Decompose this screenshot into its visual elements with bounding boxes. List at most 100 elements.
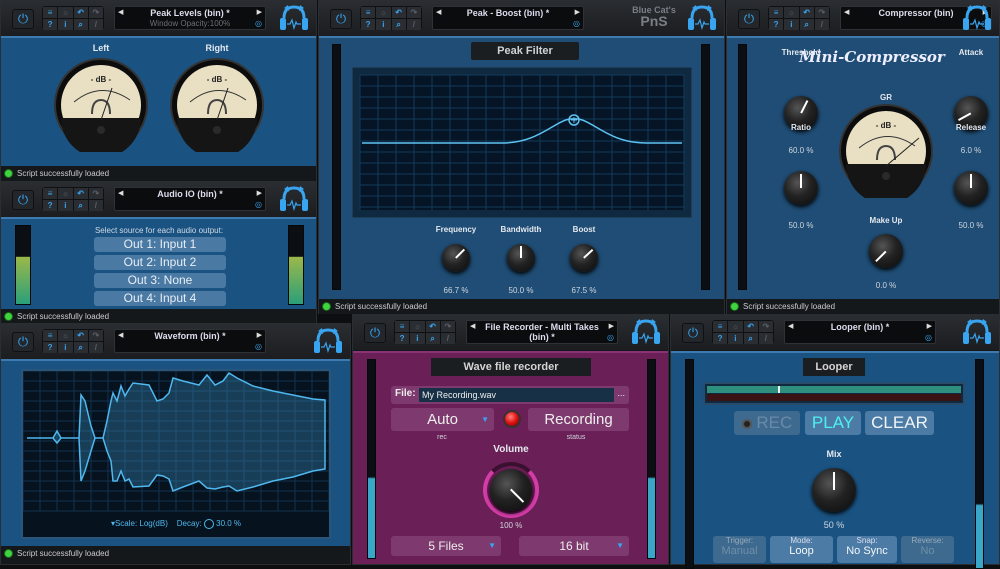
trigger-option[interactable]: Trigger: Manual [713, 536, 766, 563]
play-status-icon[interactable] [322, 302, 331, 311]
preset-options-icon[interactable]: ◎ [573, 19, 580, 28]
output-2-selector[interactable]: Out 2: Input 2 [94, 255, 226, 270]
gear-icon[interactable]: ☼ [58, 330, 72, 341]
ratio-knob[interactable] [784, 171, 818, 205]
gear-icon[interactable]: ☼ [58, 7, 72, 18]
redo-icon[interactable]: ↷ [89, 7, 103, 18]
output-1-selector[interactable]: Out 1: Input 1 [94, 237, 226, 252]
gear-icon[interactable]: ☼ [784, 7, 798, 18]
undo-icon[interactable]: ↶ [744, 321, 758, 332]
power-button[interactable]: ⏻ [12, 190, 34, 210]
redo-icon[interactable]: ↷ [89, 188, 103, 199]
undo-icon[interactable]: ↶ [392, 7, 406, 18]
previous-preset-icon[interactable]: ◀ [788, 322, 793, 330]
rec-mode-dropdown[interactable]: Auto▼ [391, 408, 494, 431]
search-icon[interactable]: ⌕ [800, 19, 814, 30]
gear-icon[interactable]: ☼ [728, 321, 742, 332]
preset-options-icon[interactable]: ◎ [925, 333, 932, 342]
decay-knob[interactable] [204, 519, 214, 529]
redo-icon[interactable]: ↷ [759, 321, 773, 332]
next-preset-icon[interactable]: ▶ [609, 322, 614, 330]
play-status-icon[interactable] [730, 302, 739, 311]
file-count-dropdown[interactable]: 5 Files▼ [391, 536, 501, 556]
search-icon[interactable]: ⌕ [74, 200, 88, 211]
previous-preset-icon[interactable]: ◀ [118, 331, 123, 339]
next-preset-icon[interactable]: ▶ [257, 331, 262, 339]
pencil-icon[interactable]: / [89, 19, 103, 30]
menu-icon[interactable]: ≡ [43, 188, 57, 199]
play-status-icon[interactable] [4, 549, 13, 558]
help-icon[interactable]: ? [395, 333, 409, 344]
waveform-display[interactable]: ▾Scale: Log(dB) Decay: 30.0 % [21, 369, 331, 539]
gear-icon[interactable]: ☼ [58, 188, 72, 199]
play-status-icon[interactable] [4, 169, 13, 178]
menu-icon[interactable]: ≡ [769, 7, 783, 18]
redo-icon[interactable]: ↷ [407, 7, 421, 18]
mix-knob[interactable] [812, 468, 856, 512]
search-icon[interactable]: ⌕ [744, 333, 758, 344]
output-4-selector[interactable]: Out 4: Input 4 [94, 291, 226, 306]
preset-options-icon[interactable]: ◎ [255, 200, 262, 209]
filter-response-graph[interactable] [352, 67, 692, 218]
bandwidth-knob[interactable] [507, 244, 535, 272]
power-button[interactable]: ⏻ [12, 332, 34, 352]
loop-progress-bar[interactable] [703, 382, 965, 405]
power-button[interactable]: ⏻ [364, 323, 386, 343]
rec-button[interactable]: REC [734, 411, 800, 435]
menu-icon[interactable]: ≡ [43, 330, 57, 341]
previous-preset-icon[interactable]: ◀ [436, 8, 441, 16]
preset-selector[interactable]: ◀ Peak Levels (bin) * Window Opacity:100… [114, 6, 266, 30]
undo-icon[interactable]: ↶ [800, 7, 814, 18]
next-preset-icon[interactable]: ▶ [575, 8, 580, 16]
next-preset-icon[interactable]: ▶ [257, 8, 262, 16]
power-button[interactable]: ⏻ [330, 9, 352, 29]
power-button[interactable]: ⏻ [12, 9, 34, 29]
previous-preset-icon[interactable]: ◀ [118, 189, 123, 197]
info-icon[interactable]: i [376, 19, 390, 30]
redo-icon[interactable]: ↷ [441, 321, 455, 332]
pencil-icon[interactable]: / [441, 333, 455, 344]
boost-knob[interactable] [570, 244, 598, 272]
file-name-input[interactable]: My Recording.wav [419, 388, 614, 402]
power-button[interactable]: ⏻ [682, 323, 704, 343]
pencil-icon[interactable]: / [407, 19, 421, 30]
scale-selector[interactable]: ▾Scale: Log(dB) [111, 519, 168, 528]
pencil-icon[interactable]: / [89, 342, 103, 353]
pencil-icon[interactable]: / [815, 19, 829, 30]
preset-options-icon[interactable]: ◎ [255, 19, 262, 28]
preset-selector[interactable]: ◀ Audio IO (bin) * ▶ ◎ [114, 187, 266, 211]
menu-icon[interactable]: ≡ [361, 7, 375, 18]
frequency-knob[interactable] [442, 244, 470, 272]
make-up-knob[interactable] [869, 234, 903, 268]
previous-preset-icon[interactable]: ◀ [844, 8, 849, 16]
browse-button[interactable]: ... [617, 388, 625, 398]
undo-icon[interactable]: ↶ [426, 321, 440, 332]
menu-icon[interactable]: ≡ [43, 7, 57, 18]
pencil-icon[interactable]: / [759, 333, 773, 344]
play-status-icon[interactable] [4, 312, 13, 321]
help-icon[interactable]: ? [43, 200, 57, 211]
play-button[interactable]: PLAY [805, 411, 861, 435]
power-button[interactable]: ⏻ [738, 9, 760, 29]
info-icon[interactable]: i [58, 200, 72, 211]
search-icon[interactable]: ⌕ [74, 342, 88, 353]
undo-icon[interactable]: ↶ [74, 330, 88, 341]
mode-option[interactable]: Mode: Loop [770, 536, 833, 563]
info-icon[interactable]: i [58, 342, 72, 353]
next-preset-icon[interactable]: ▶ [257, 189, 262, 197]
reverse-option[interactable]: Reverse: No [901, 536, 954, 563]
search-icon[interactable]: ⌕ [392, 19, 406, 30]
undo-icon[interactable]: ↶ [74, 7, 88, 18]
gear-icon[interactable]: ☼ [376, 7, 390, 18]
preset-options-icon[interactable]: ◎ [255, 342, 262, 351]
release-knob[interactable] [954, 171, 988, 205]
help-icon[interactable]: ? [769, 19, 783, 30]
help-icon[interactable]: ? [43, 342, 57, 353]
help-icon[interactable]: ? [361, 19, 375, 30]
gear-icon[interactable]: ☼ [410, 321, 424, 332]
info-icon[interactable]: i [728, 333, 742, 344]
volume-knob[interactable] [490, 469, 532, 511]
previous-preset-icon[interactable]: ◀ [118, 8, 123, 16]
help-icon[interactable]: ? [43, 19, 57, 30]
info-icon[interactable]: i [58, 19, 72, 30]
